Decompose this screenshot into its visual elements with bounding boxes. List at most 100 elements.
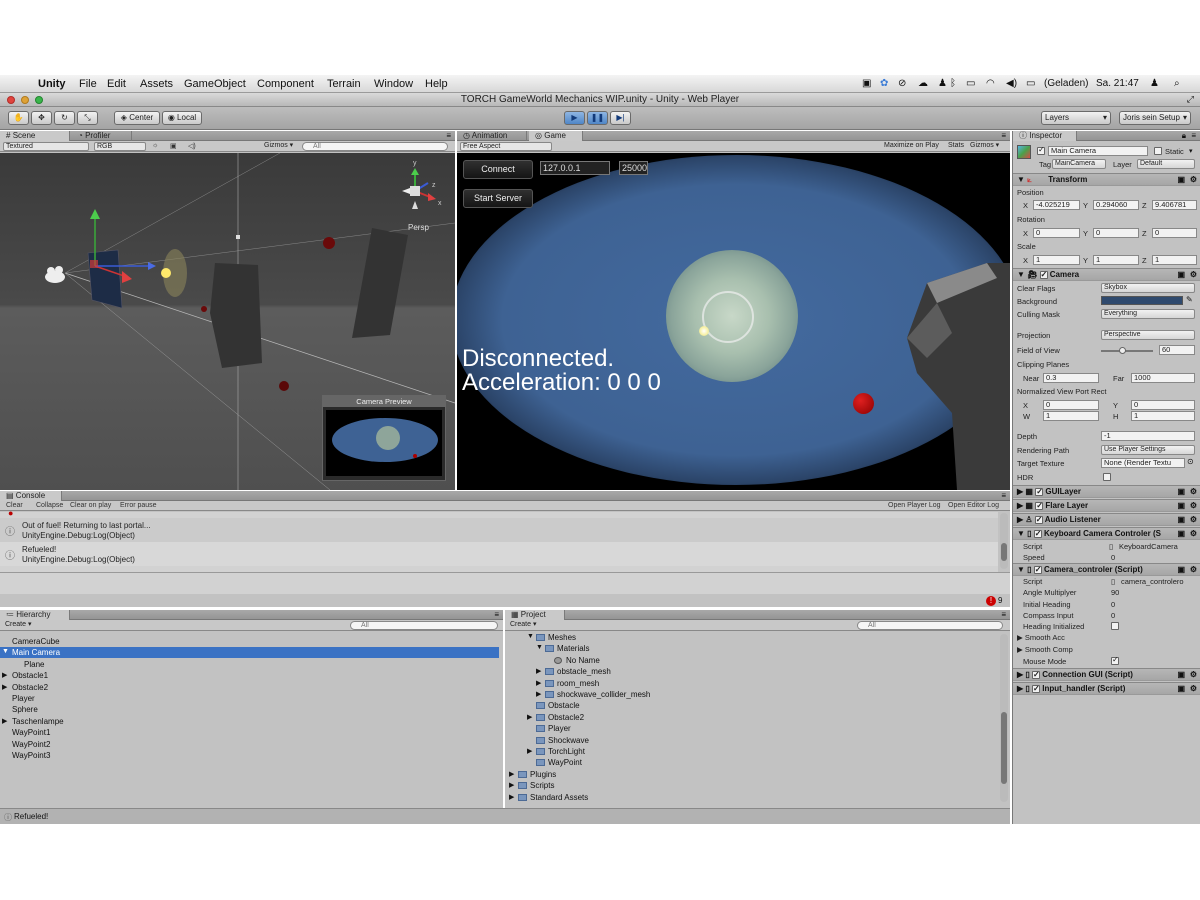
guilayer-enabled-checkbox[interactable] [1035, 486, 1044, 498]
gear-icon[interactable]: ⚙ [1190, 528, 1197, 540]
list-item[interactable]: No Name [505, 655, 995, 666]
gizmos-dropdown[interactable]: Gizmos ▾ [262, 142, 298, 151]
display-icon[interactable]: ▭ [966, 78, 975, 89]
viewport-h-field[interactable]: 1 [1131, 411, 1195, 421]
help-icon[interactable]: ▣ [1177, 683, 1185, 695]
list-item[interactable]: WayPoint3 [0, 750, 499, 761]
foldout-arrow-icon[interactable]: ▶ [536, 690, 541, 698]
help-icon[interactable]: ▣ [1177, 500, 1185, 512]
camera-component-header[interactable]: ▼ 🎥︎ Camera ▣ ⚙ [1013, 268, 1200, 281]
gear-icon[interactable]: ⚙ [1190, 174, 1197, 186]
panel-menu-icon[interactable]: ≡ [1001, 131, 1006, 140]
hierarchy-create-dropdown[interactable]: Create ▾ [3, 621, 39, 630]
persp-label[interactable]: Persp [408, 223, 429, 232]
start-server-button[interactable]: Start Server [463, 189, 533, 208]
error-pause-button[interactable]: Error pause [120, 502, 157, 509]
list-item[interactable]: WayPoint [505, 757, 995, 768]
project-scrollbar[interactable] [1000, 634, 1008, 802]
x-axis-gizmo[interactable] [122, 271, 132, 283]
fov-field[interactable]: 60 [1159, 345, 1195, 355]
pivot-center-button[interactable]: ◈ Center [114, 111, 160, 125]
list-item[interactable]: ▶ TorchLight [505, 746, 995, 757]
menu-help[interactable]: Help [425, 78, 448, 90]
open-editor-log-button[interactable]: Open Editor Log [948, 502, 999, 509]
panel-menu-icon[interactable]: ≡ [446, 131, 451, 140]
lighting-icon[interactable]: ☼ [152, 142, 158, 149]
camera-controller-component-header[interactable]: ▼ ▯ Camera_controler (Script) ▣ ⚙ [1013, 563, 1200, 576]
list-item[interactable]: ▶ room_mesh [505, 678, 995, 689]
volume-icon[interactable]: ◀) [1006, 78, 1017, 89]
tab-project[interactable]: ▦ Project [505, 610, 565, 620]
tab-animation[interactable]: ◷ Animation [457, 131, 527, 141]
gear-icon[interactable]: ⚙ [1190, 669, 1197, 681]
projection-dropdown[interactable]: Perspective [1101, 330, 1195, 340]
connection-gui-enabled-checkbox[interactable] [1032, 669, 1041, 681]
foldout-arrow-icon[interactable]: ▶ [509, 793, 514, 801]
chevron-down-icon[interactable]: ▾ [1189, 147, 1193, 155]
input-handler-enabled-checkbox[interactable] [1032, 683, 1041, 695]
help-icon[interactable]: ▣ [1177, 564, 1185, 576]
panel-menu-icon[interactable]: ≡ [1001, 491, 1006, 500]
viewport-y-field[interactable]: 0 [1131, 400, 1195, 410]
status-icon[interactable]: ♟ [938, 78, 947, 89]
wifi-icon[interactable]: ◠ [986, 78, 995, 89]
list-item[interactable]: ▶ Scripts [505, 780, 995, 791]
audio-icon[interactable]: ◁) [188, 142, 196, 150]
list-item[interactable]: ▼ Materials [505, 643, 995, 654]
y-axis-gizmo[interactable] [90, 209, 100, 219]
hdr-checkbox[interactable] [1103, 473, 1111, 481]
clock[interactable]: Sa. 21:47 [1096, 78, 1139, 89]
status-icon[interactable]: ✿ [880, 78, 888, 89]
maximize-on-play-toggle[interactable]: Maximize on Play [882, 142, 944, 151]
foldout-arrow-icon[interactable]: ▶ [2, 717, 7, 725]
game-gizmos-toggle[interactable]: Gizmos ▾ [968, 142, 1004, 151]
gear-icon[interactable]: ⚙ [1190, 683, 1197, 695]
gear-icon[interactable]: ⚙ [1190, 514, 1197, 526]
hand-tool-button[interactable]: ✋ [8, 111, 29, 125]
tab-hierarchy[interactable]: ≔ Hierarchy [0, 610, 70, 620]
rendering-path-dropdown[interactable]: Use Player Settings [1101, 445, 1195, 455]
sync-icon[interactable]: ⊘ [898, 78, 906, 89]
gear-icon[interactable]: ⚙ [1190, 500, 1197, 512]
hierarchy-search-input[interactable]: All [350, 621, 498, 630]
tab-game[interactable]: ◎ Game [529, 131, 583, 141]
list-item[interactable]: WayPoint1 [0, 727, 499, 738]
menu-unity[interactable]: Unity [38, 78, 66, 90]
status-message[interactable]: Refueled! [14, 812, 48, 821]
eyedropper-icon[interactable]: ✎ [1186, 295, 1193, 304]
heading-initialized-checkbox[interactable] [1111, 622, 1119, 630]
connection-gui-component-header[interactable]: ▶ ▯ Connection GUI (Script) ▣ ⚙ [1013, 668, 1200, 681]
render-mode-dropdown[interactable]: Textured [3, 142, 89, 151]
play-button[interactable]: ▶ [564, 111, 585, 125]
background-color-swatch[interactable] [1101, 296, 1183, 305]
scale-z-field[interactable]: 1 [1152, 255, 1197, 265]
list-item[interactable]: ▶ Obstacle2 [0, 682, 499, 693]
list-item[interactable]: CameraCube [0, 636, 499, 647]
scene-search-input[interactable]: All [302, 142, 448, 151]
script-field[interactable]: KeyboardCamera [1119, 542, 1178, 551]
angle-multiplyer-field[interactable]: 90 [1111, 588, 1119, 597]
scale-tool-button[interactable]: ⤡ [77, 111, 98, 125]
audio-listener-enabled-checkbox[interactable] [1034, 514, 1043, 526]
list-item[interactable]: ▶ obstacle_mesh [505, 666, 995, 677]
help-icon[interactable]: ▣ [1177, 669, 1185, 681]
guilayer-component-header[interactable]: ▶ ▦ GUILayer ▣ ⚙ [1013, 485, 1200, 498]
viewport-w-field[interactable]: 1 [1043, 411, 1099, 421]
compass-input-field[interactable]: 0 [1111, 611, 1115, 620]
scene-viewport[interactable]: y z x Persp Camera Preview [0, 153, 455, 490]
rotation-y-field[interactable]: 0 [1093, 228, 1139, 238]
panel-menu-icon[interactable]: ≡ [1001, 610, 1006, 619]
ip-field[interactable]: 127.0.0.1 [540, 161, 610, 175]
list-item[interactable]: ▼ Main Camera [0, 647, 499, 659]
scene-orientation-gizmo[interactable]: y z x [402, 160, 442, 209]
position-y-field[interactable]: 0.294060 [1093, 200, 1139, 210]
smooth-comp-foldout[interactable]: ▶ Smooth Comp [1017, 645, 1073, 654]
list-item[interactable]: ▶ Plugins [505, 769, 995, 780]
console-scrollbar[interactable] [1000, 513, 1008, 569]
fullscreen-icon[interactable]: ⤢ [1187, 94, 1194, 105]
connect-button[interactable]: Connect [463, 160, 533, 179]
layout-dropdown[interactable]: Joris sein Setup ▾ [1119, 111, 1191, 125]
foldout-arrow-icon[interactable]: ▶ [527, 747, 532, 755]
list-item[interactable]: ▶ Standard Assets [505, 792, 995, 803]
foldout-arrow-icon[interactable]: ▶ [2, 683, 7, 691]
